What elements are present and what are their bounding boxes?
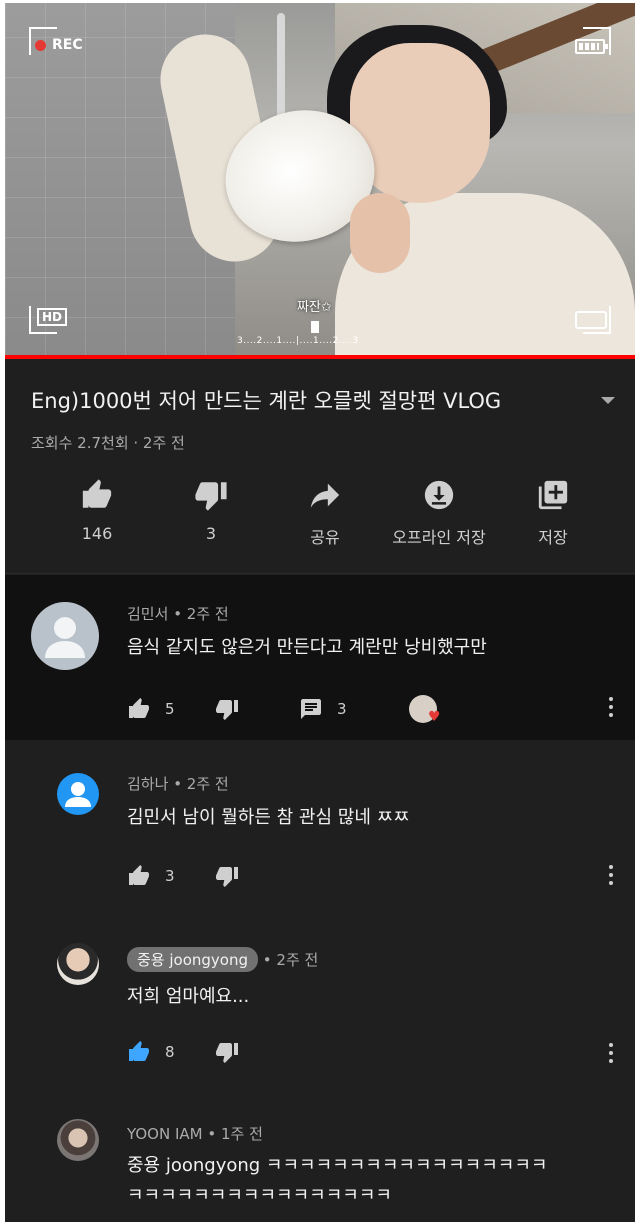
download-button[interactable]: 오프라인 저장 bbox=[382, 478, 496, 548]
viewfinder-corner-icon bbox=[29, 306, 57, 334]
thumb-down-icon[interactable] bbox=[215, 697, 239, 721]
reply-icon[interactable] bbox=[299, 697, 323, 721]
thumb-up-filled-icon[interactable] bbox=[127, 1040, 151, 1064]
video-title: Eng)1000번 저어 만드는 계란 오믈렛 절망편 VLOG bbox=[31, 389, 502, 413]
video-player[interactable]: REC HD 짜잔✩ 3....2....1....|....1....2...… bbox=[5, 3, 635, 358]
avatar[interactable] bbox=[57, 1119, 99, 1161]
title-row[interactable]: Eng)1000번 저어 만드는 계란 오믈렛 절망편 VLOG bbox=[31, 385, 621, 415]
comment-text-line: 중용 joongyong ㅋㅋㅋㅋㅋㅋㅋㅋㅋㅋㅋㅋㅋㅋㅋㅋㅋ bbox=[127, 1155, 548, 1176]
thumb-down-icon bbox=[195, 482, 227, 511]
comment-text: 중용 joongyong ㅋㅋㅋㅋㅋㅋㅋㅋㅋㅋㅋㅋㅋㅋㅋㅋㅋ ㅋㅋㅋㅋㅋㅋㅋㅋㅋ… bbox=[127, 1151, 547, 1211]
comment-author-line: 김하나 • 2주 전 bbox=[127, 773, 229, 794]
default-user-icon bbox=[65, 782, 91, 807]
thumb-down-icon[interactable] bbox=[215, 864, 239, 888]
comment-actions: 8 bbox=[127, 1040, 239, 1064]
reply-comment: 중용 joongyong • 2주 전 저희 엄마예요... 8 bbox=[5, 923, 635, 1091]
comment-time: • 2주 전 bbox=[173, 775, 229, 793]
more-options-icon[interactable] bbox=[609, 1043, 613, 1067]
like-button[interactable]: 146 bbox=[40, 478, 154, 548]
reply-comment: 김하나 • 2주 전 김민서 남이 뭘하든 참 관심 많네 ㅉㅉ 3 bbox=[5, 743, 635, 923]
creator-author-chip[interactable]: 중용 joongyong bbox=[127, 947, 259, 972]
comment-author[interactable]: 김하나 bbox=[127, 773, 168, 794]
save-label: 저장 bbox=[538, 528, 568, 547]
thumb-down-icon[interactable] bbox=[215, 1040, 239, 1064]
avatar[interactable] bbox=[31, 602, 99, 670]
reply-comment: YOON IAM • 1주 전 중용 joongyong ㅋㅋㅋㅋㅋㅋㅋㅋㅋㅋㅋ… bbox=[5, 1091, 635, 1222]
like-count: 146 bbox=[81, 524, 113, 543]
thumb-up-icon[interactable] bbox=[127, 697, 151, 721]
comment-time: • 1주 전 bbox=[207, 1125, 263, 1143]
video-meta: 조회수 2.7천회 · 2주 전 bbox=[31, 434, 185, 452]
default-user-icon bbox=[45, 617, 85, 658]
dislike-button[interactable]: 3 bbox=[154, 478, 268, 548]
video-progress-bar[interactable] bbox=[5, 355, 635, 359]
add-to-playlist-icon bbox=[538, 480, 568, 510]
comment-like-count: 3 bbox=[165, 867, 175, 885]
action-bar: 146 3 공유 오프라인 저장 저장 bbox=[40, 478, 610, 548]
download-icon bbox=[424, 480, 454, 510]
share-icon bbox=[310, 483, 340, 508]
more-options-icon[interactable] bbox=[609, 865, 613, 889]
video-caption: 짜잔✩ bbox=[297, 300, 332, 315]
viewfinder-corner-icon bbox=[583, 306, 611, 334]
viewfinder-corner-icon bbox=[29, 27, 57, 55]
comment-text: 음식 같지도 않은거 만든다고 계란만 낭비했구만 bbox=[127, 637, 487, 658]
comment-text: 김민서 남이 뭘하든 참 관심 많네 ㅉㅉ bbox=[127, 807, 410, 828]
creator-heart-avatar: ♥ bbox=[408, 695, 441, 725]
comment-time: • 2주 전 bbox=[262, 951, 319, 969]
reply-count: 3 bbox=[337, 700, 347, 718]
share-button[interactable]: 공유 bbox=[268, 478, 382, 548]
thumb-up-icon bbox=[82, 479, 112, 508]
comment-author[interactable]: YOON IAM bbox=[127, 1125, 203, 1143]
comment-time: • 2주 전 bbox=[173, 605, 229, 623]
dislike-count: 3 bbox=[205, 524, 217, 543]
share-label: 공유 bbox=[310, 528, 340, 547]
comment-author-line: 중용 joongyong • 2주 전 bbox=[127, 947, 318, 972]
exposure-marker-icon bbox=[311, 321, 319, 333]
more-options-icon[interactable] bbox=[609, 697, 613, 721]
comment-thread: 김민서 • 2주 전 음식 같지도 않은거 만든다고 계란만 낭비했구만 5 3… bbox=[5, 575, 635, 740]
avatar[interactable] bbox=[57, 943, 99, 985]
comment-text-line: ㅋㅋㅋㅋㅋㅋㅋㅋㅋㅋㅋㅋㅋㅋㅋㅋ bbox=[127, 1185, 392, 1206]
heart-icon: ♥ bbox=[427, 709, 441, 725]
comment-like-count: 5 bbox=[165, 700, 175, 718]
viewfinder-corner-icon bbox=[583, 27, 611, 55]
avatar[interactable] bbox=[57, 773, 99, 815]
comment-author-line: 김민서 • 2주 전 bbox=[127, 603, 229, 624]
app-screen: REC HD 짜잔✩ 3....2....1....|....1....2...… bbox=[5, 3, 635, 1222]
download-label: 오프라인 저장 bbox=[392, 528, 486, 547]
comment-actions: 5 3 ♥ bbox=[127, 695, 441, 725]
comment-actions: 3 bbox=[127, 864, 239, 888]
comment-like-count: 8 bbox=[165, 1043, 175, 1061]
exposure-scale: 3....2....1....|....1....2....3 bbox=[237, 336, 359, 346]
comment-author-line: YOON IAM • 1주 전 bbox=[127, 1123, 263, 1144]
comment-text: 저희 엄마예요... bbox=[127, 986, 250, 1007]
divider bbox=[5, 573, 635, 574]
save-button[interactable]: 저장 bbox=[496, 478, 610, 548]
expand-description-icon[interactable] bbox=[601, 396, 615, 404]
comment-author[interactable]: 김민서 bbox=[127, 603, 168, 624]
thumb-up-icon[interactable] bbox=[127, 864, 151, 888]
